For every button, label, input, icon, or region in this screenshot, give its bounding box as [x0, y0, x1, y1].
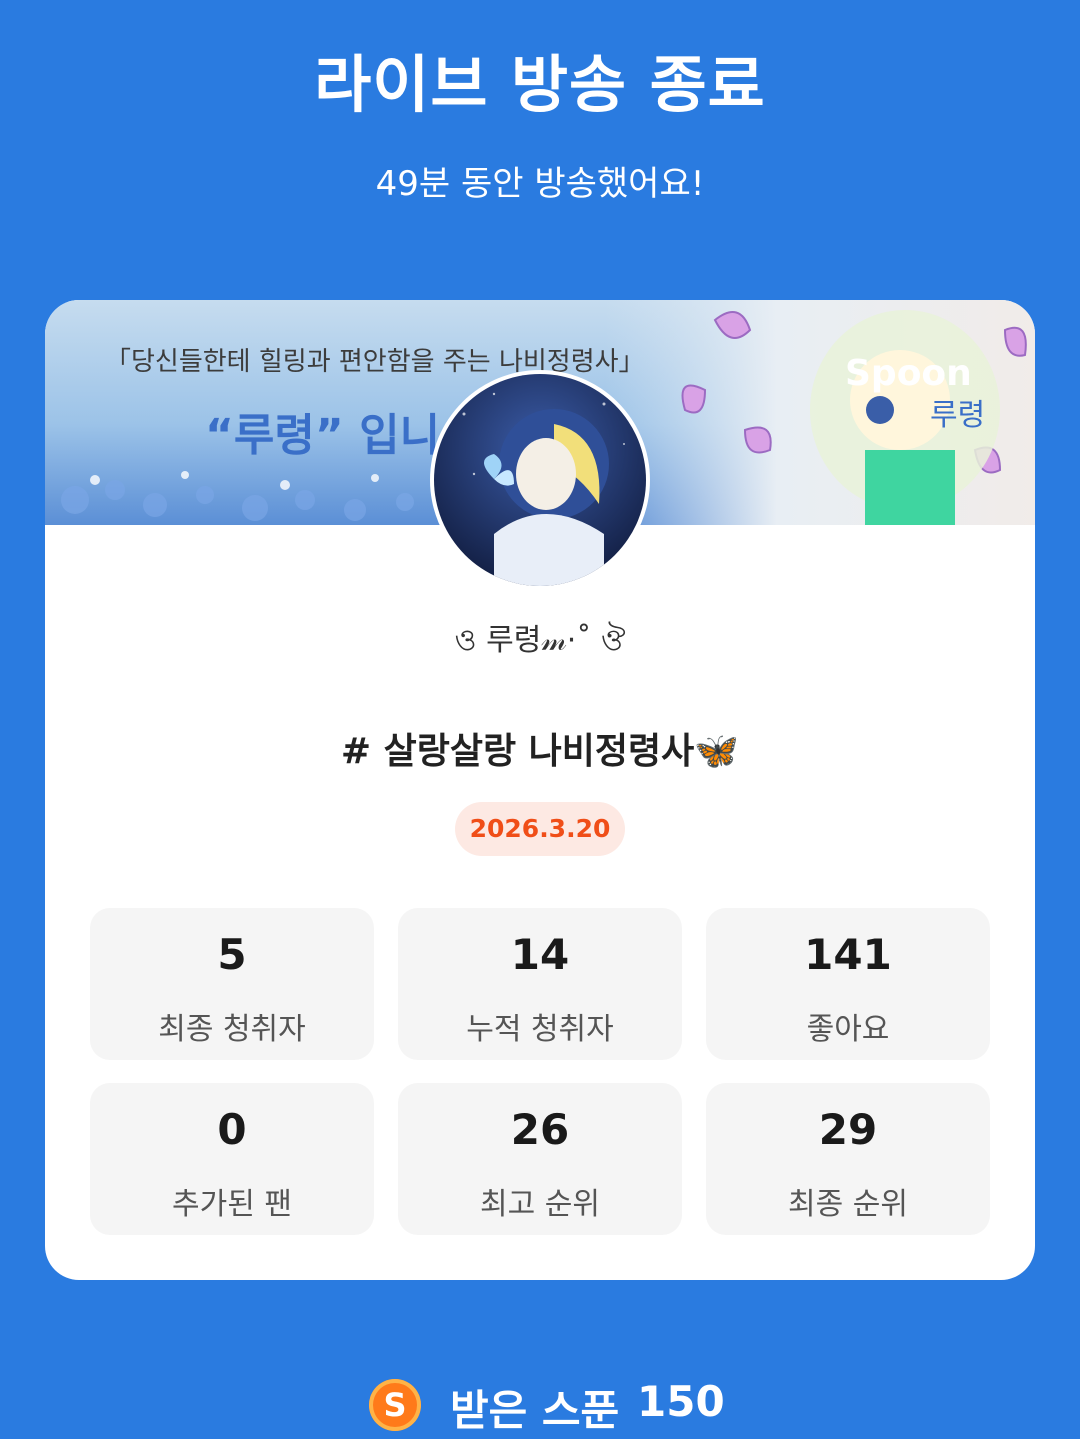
stat-value: 141: [804, 930, 892, 979]
received-spoons: S 받은 스푼 150: [0, 1375, 1080, 1435]
spoon-coin-icon: S: [369, 1379, 421, 1431]
stat-total-listeners: 14 누적 청취자: [398, 908, 682, 1060]
stat-highest-rank: 26 최고 순위: [398, 1083, 682, 1235]
broadcast-title: # 살랑살랑 나비정령사🦋: [340, 731, 740, 772]
stat-final-rank: 29 최종 순위: [706, 1083, 990, 1235]
stat-final-listeners: 5 최종 청취자: [90, 908, 374, 1060]
stat-label: 추가된 팬: [172, 1187, 292, 1222]
received-spoons-count: 150: [637, 1377, 725, 1426]
stat-label: 좋아요: [806, 1012, 890, 1047]
stat-value: 29: [818, 1105, 878, 1154]
stat-new-fans: 0 추가된 팬: [90, 1083, 374, 1235]
broadcaster-nickname: ও 루령𝓂·˚ ঔ: [454, 623, 626, 658]
stat-value: 14: [510, 930, 570, 979]
stat-value: 26: [510, 1105, 570, 1154]
broadcast-duration: 49분 동안 방송했어요!: [375, 164, 705, 204]
broadcast-summary-card: 「당신들한테 힐링과 편안함을 주는 나비정령사」 “루령” 입니 Spoon …: [45, 300, 1035, 1280]
profile-avatar-frame: [430, 370, 650, 590]
stat-value: 5: [217, 930, 247, 979]
stat-label: 최종 청취자: [158, 1012, 306, 1047]
profile-avatar[interactable]: [434, 374, 646, 586]
broadcast-date-badge: 2026.3.20: [455, 802, 625, 856]
stat-label: 최종 순위: [788, 1187, 908, 1222]
received-spoons-label: 받은 스푼: [450, 1386, 620, 1435]
stat-label: 최고 순위: [480, 1187, 600, 1222]
stat-value: 0: [217, 1105, 247, 1154]
banner-side-name: 루령: [930, 398, 985, 433]
banner-name: “루령” 입니: [205, 410, 440, 461]
spoon-logo: Spoon: [845, 353, 972, 394]
stat-label: 누적 청취자: [466, 1012, 614, 1047]
page-title: 라이브 방송 종료: [314, 48, 766, 121]
stat-likes: 141 좋아요: [706, 908, 990, 1060]
